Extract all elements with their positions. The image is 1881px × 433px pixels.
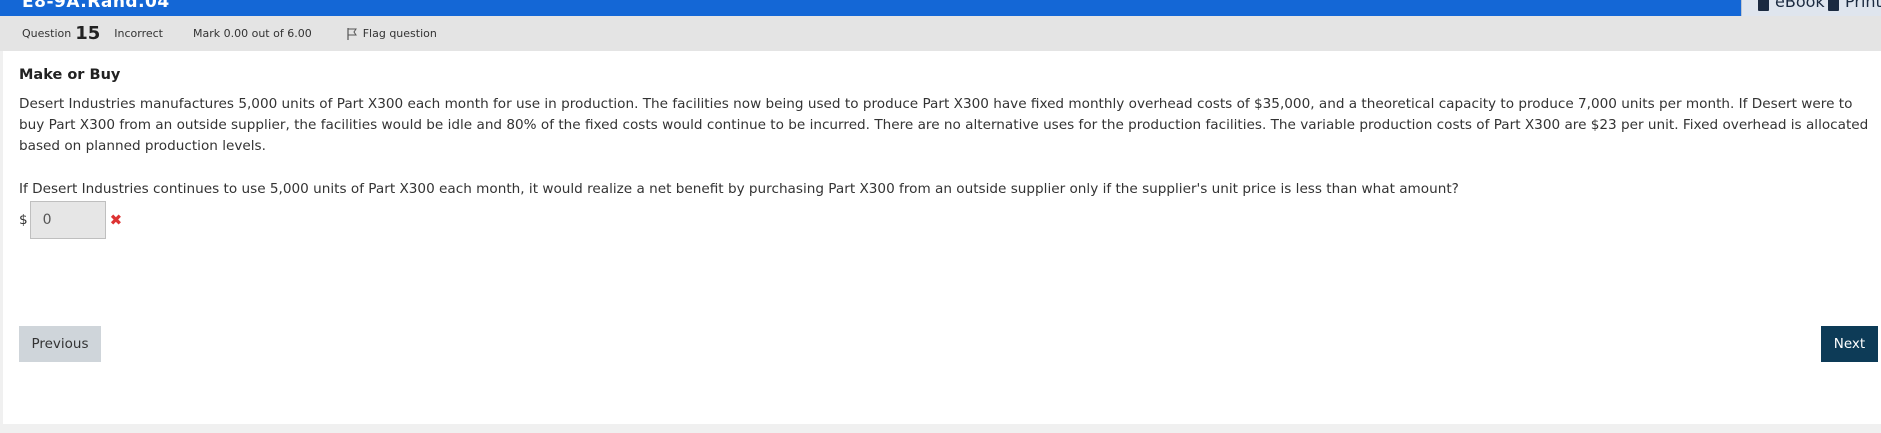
next-button[interactable]: Next: [1821, 326, 1878, 362]
flag-icon: [347, 27, 357, 40]
question-mark: Mark 0.00 out of 6.00: [193, 27, 312, 40]
answer-input[interactable]: [29, 201, 106, 239]
currency-symbol: $: [19, 212, 28, 228]
flag-question-button[interactable]: Flag question: [347, 27, 437, 40]
question-prompt: If Desert Industries continues to use 5,…: [19, 181, 1459, 197]
question-heading: Make or Buy: [19, 67, 121, 83]
print-button[interactable]: Print: [1828, 0, 1881, 11]
answer-row: $ ✖: [19, 200, 122, 240]
question-state: Incorrect: [114, 27, 163, 40]
print-label: Print: [1845, 0, 1881, 11]
previous-button[interactable]: Previous: [19, 326, 101, 362]
question-text: Desert Industries manufactures 5,000 uni…: [19, 96, 1869, 154]
question-number: 15: [75, 23, 101, 44]
ebook-button[interactable]: eBook: [1758, 0, 1825, 11]
print-icon: [1828, 0, 1839, 11]
flag-question-label: Flag question: [362, 27, 437, 40]
ebook-label: eBook: [1775, 0, 1825, 11]
question-info-bar: Question 15 Incorrect Mark 0.00 out of 6…: [0, 16, 1881, 51]
question-content: Make or Buy Desert Industries manufactur…: [3, 51, 1881, 424]
question-label: Question: [22, 27, 72, 40]
header-tools: eBook Print: [1741, 0, 1881, 16]
quiz-title: E8-9A.Rand.04: [22, 0, 170, 12]
incorrect-icon: ✖: [109, 211, 123, 229]
ebook-icon: [1758, 0, 1769, 11]
top-header-bar: E8-9A.Rand.04 eBook Print: [0, 0, 1881, 16]
